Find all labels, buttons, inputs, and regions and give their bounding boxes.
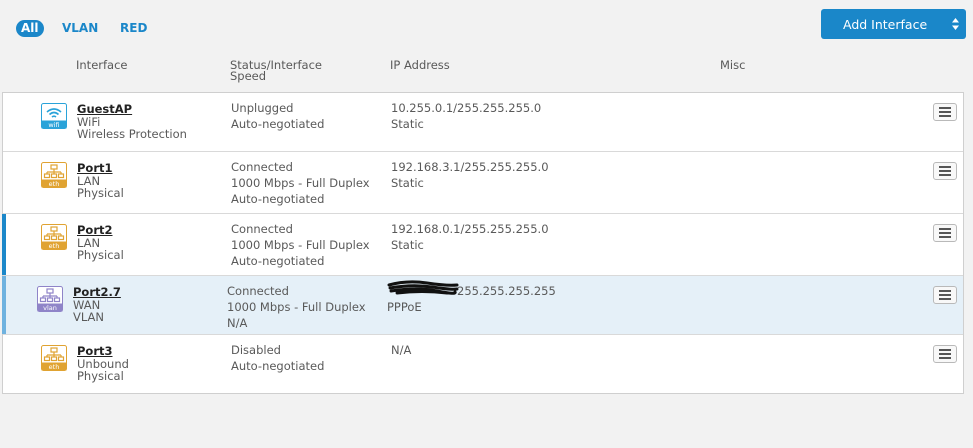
- ethernet-icon: eth: [41, 162, 67, 188]
- interface-name-link[interactable]: Port2: [77, 223, 124, 237]
- table-row[interactable]: vlan Port2.7 WAN VLAN Connected 1000 Mbp…: [2, 276, 963, 335]
- eth-badge: eth: [49, 363, 60, 371]
- column-header-ip: IP Address: [390, 58, 450, 72]
- ip-cell: 10.255.0.1/255.255.255.0 Static: [391, 101, 542, 131]
- row-menu-button[interactable]: [933, 162, 957, 180]
- wifi-icon: wifi: [41, 103, 67, 129]
- status-cell: Connected 1000 Mbps - Full Duplex Auto-n…: [231, 160, 370, 206]
- table-row[interactable]: eth Port3 Unbound Physical Disabled Auto…: [3, 335, 963, 393]
- sort-caret-icon: [952, 18, 959, 30]
- ip-cell: 255.255.255.255 PPPoE: [387, 284, 556, 314]
- table-row[interactable]: wifi GuestAP WiFi Wireless Protection Un…: [3, 93, 963, 152]
- interface-name-link[interactable]: GuestAP: [77, 102, 187, 116]
- ethernet-icon: eth: [41, 224, 67, 250]
- status-cell: Connected 1000 Mbps - Full Duplex N/A: [227, 284, 366, 330]
- filter-vlan[interactable]: VLAN: [62, 20, 98, 37]
- add-interface-button[interactable]: Add Interface: [821, 9, 966, 39]
- ip-cell: 192.168.0.1/255.255.255.0 Static: [391, 222, 549, 252]
- interface-table: wifi GuestAP WiFi Wireless Protection Un…: [2, 92, 964, 394]
- eth-badge: eth: [49, 180, 60, 188]
- row-indicator: [2, 276, 6, 334]
- column-header-misc: Misc: [720, 58, 746, 72]
- row-menu-button[interactable]: [933, 286, 957, 304]
- table-row[interactable]: eth Port1 LAN Physical Connected 1000 Mb…: [3, 152, 963, 214]
- table-row[interactable]: eth Port2 LAN Physical Connected 1000 Mb…: [2, 214, 963, 276]
- row-menu-button[interactable]: [933, 345, 957, 363]
- interface-name-link[interactable]: Port3: [77, 344, 129, 358]
- interface-name-link[interactable]: Port1: [77, 161, 124, 175]
- add-interface-label: Add Interface: [843, 16, 928, 32]
- status-cell: Disabled Auto-negotiated: [231, 343, 325, 373]
- row-menu-button[interactable]: [933, 103, 957, 121]
- row-indicator: [2, 214, 6, 275]
- ip-cell: 192.168.3.1/255.255.255.0 Static: [391, 160, 549, 190]
- vlan-badge: vlan: [43, 304, 57, 312]
- row-menu-button[interactable]: [933, 224, 957, 242]
- eth-badge: eth: [49, 242, 60, 250]
- filter-red[interactable]: RED: [120, 20, 147, 37]
- status-cell: Connected 1000 Mbps - Full Duplex Auto-n…: [231, 222, 370, 268]
- status-cell: Unplugged Auto-negotiated: [231, 101, 325, 131]
- ethernet-icon: eth: [41, 345, 67, 371]
- column-header-interface: Interface: [76, 58, 128, 72]
- ip-cell: N/A: [391, 343, 412, 357]
- column-header-status: Status/Interface Speed: [230, 58, 323, 83]
- interface-name-link[interactable]: Port2.7: [73, 285, 121, 299]
- wifi-badge: wifi: [48, 121, 59, 129]
- filter-all[interactable]: All: [16, 20, 44, 37]
- vlan-icon: vlan: [37, 286, 63, 312]
